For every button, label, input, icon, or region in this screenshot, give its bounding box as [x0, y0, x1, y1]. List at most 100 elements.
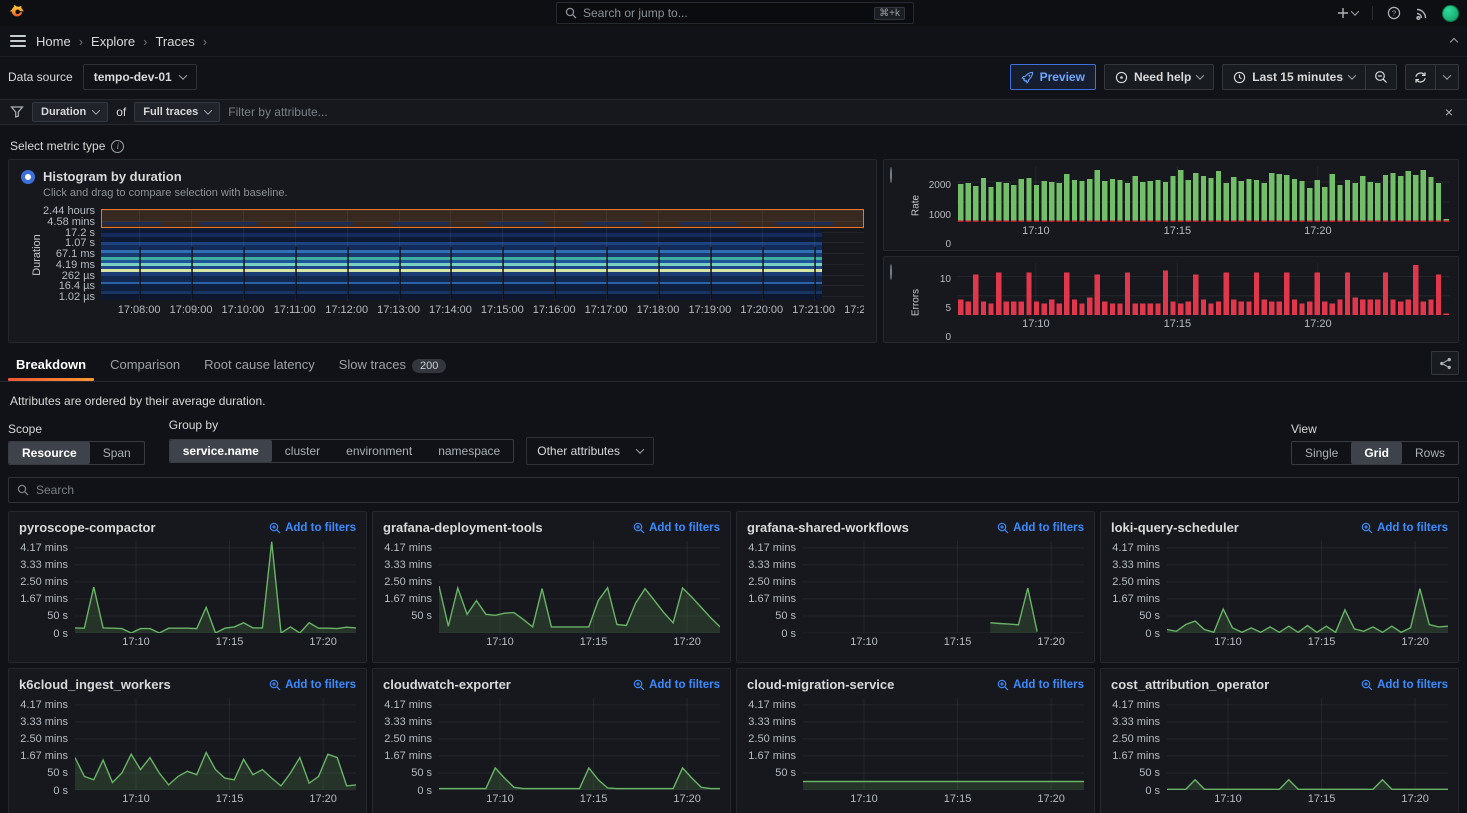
duration-line-chart	[75, 541, 356, 633]
scope-option-resource[interactable]: Resource	[9, 442, 90, 464]
menu-toggle-icon[interactable]	[10, 35, 26, 47]
help-button[interactable]: ?	[1387, 6, 1401, 20]
heatmap-selection[interactable]	[101, 209, 864, 228]
attribute-search-input[interactable]: Search	[8, 477, 1459, 503]
groupby-control: Group by service.nameclusterenvironmentn…	[169, 418, 655, 465]
chart-y-axis: 0 s50 s1.67 mins2.50 mins3.33 mins4.17 m…	[19, 541, 75, 633]
filter-attribute-input[interactable]: Filter by attribute...	[228, 105, 1433, 119]
zoom-out-button[interactable]	[1365, 64, 1397, 90]
add-to-filters-button[interactable]: Add to filters	[1361, 679, 1448, 691]
groupby-option-service-name[interactable]: service.name	[170, 440, 272, 462]
tab-comparison[interactable]: Comparison	[102, 353, 188, 381]
tab-root-cause-latency[interactable]: Root cause latency	[196, 353, 323, 381]
avatar[interactable]	[1442, 5, 1459, 22]
histogram-panel[interactable]: Histogram by duration Click and drag to …	[8, 159, 877, 343]
add-to-filters-button[interactable]: Add to filters	[997, 679, 1084, 691]
chart-x-axis: 17:1017:1517:20	[1167, 633, 1448, 649]
time-range-label: Last 15 minutes	[1252, 70, 1343, 84]
service-card[interactable]: grafana-deployment-tools Add to filters 50…	[372, 511, 731, 663]
metric-type-row: Select metric type i	[0, 131, 1467, 159]
heatmap-x-axis: 17:08:0017:09:0017:10:0017:11:0017:12:00…	[101, 301, 864, 318]
chevron-down-icon	[636, 445, 644, 453]
duration-line-chart	[439, 541, 720, 633]
groupby-option-environment[interactable]: environment	[333, 440, 425, 462]
zoom-out-icon	[1374, 70, 1388, 84]
duration-line-chart	[803, 541, 1084, 633]
scope-option-span[interactable]: Span	[90, 442, 144, 464]
service-title: grafana-deployment-tools	[383, 520, 543, 535]
preview-button[interactable]: Preview	[1010, 64, 1096, 90]
errors-panel[interactable]: Errors 0510 17:1017:1517:20	[883, 256, 1459, 343]
metric-type-label: Select metric type	[10, 139, 105, 153]
datasource-label: Data source	[8, 70, 73, 84]
zoom-plus-icon	[633, 522, 645, 534]
preview-label: Preview	[1040, 70, 1085, 84]
chart-y-axis: 0 s50 s1.67 mins2.50 mins3.33 mins4.17 m…	[747, 541, 803, 633]
search-placeholder: Search or jump to...	[583, 6, 868, 20]
add-to-filters-button[interactable]: Add to filters	[997, 522, 1084, 534]
time-range-button[interactable]: Last 15 minutes	[1222, 64, 1366, 90]
clear-filter-button[interactable]: ×	[1441, 104, 1457, 120]
news-button[interactable]	[1415, 7, 1428, 20]
view-option-grid[interactable]: Grid	[1351, 442, 1402, 464]
service-card[interactable]: cost_attribution_operatorAdd to filters0…	[1100, 668, 1459, 813]
refresh-button[interactable]	[1405, 64, 1436, 90]
breadcrumb-separator: ›	[79, 34, 83, 49]
chart-x-axis: 17:1017:1517:20	[75, 633, 356, 649]
add-to-filters-button[interactable]: Add to filters	[1361, 522, 1448, 534]
refresh-icon	[1414, 71, 1427, 84]
view-option-single[interactable]: Single	[1292, 442, 1351, 464]
service-card[interactable]: cloud-migration-serviceAdd to filters50 …	[736, 668, 1095, 813]
rate-radio[interactable]	[890, 167, 892, 183]
chart-x-axis: 17:1017:1517:20	[439, 790, 720, 806]
divider	[1372, 6, 1373, 20]
add-to-filters-button[interactable]: Add to filters	[633, 522, 720, 534]
grafana-logo-icon[interactable]	[8, 4, 26, 22]
share-button[interactable]	[1431, 351, 1459, 375]
rate-panel[interactable]: Rate 010002000 17:1017:1517:20	[883, 159, 1459, 251]
service-card[interactable]: grafana-shared-workflowsAdd to filters0 …	[736, 511, 1095, 663]
service-card[interactable]: pyroscope-compactorAdd to filters0 s50 s…	[8, 511, 367, 663]
groupby-option-namespace[interactable]: namespace	[425, 440, 513, 462]
rocket-icon	[1021, 71, 1034, 84]
tab-label: Root cause latency	[204, 357, 315, 372]
chart-y-axis: 0 s50 s1.67 mins2.50 mins3.33 mins4.17 m…	[383, 698, 439, 790]
filter-field-select[interactable]: Duration	[32, 102, 108, 122]
add-to-filters-button[interactable]: Add to filters	[269, 522, 356, 534]
errors-y-axis: 0510	[923, 263, 957, 340]
search-input[interactable]: Search or jump to... ⌘+k	[556, 2, 914, 24]
duration-heatmap[interactable]	[101, 209, 864, 301]
groupby-option-cluster[interactable]: cluster	[272, 440, 333, 462]
service-card[interactable]: cloudwatch-exporterAdd to filters0 s50 s…	[372, 668, 731, 813]
new-button[interactable]	[1337, 7, 1358, 19]
need-help-button[interactable]: Need help	[1104, 64, 1214, 90]
service-card[interactable]: loki-query-schedulerAdd to filters0 s50 …	[1100, 511, 1459, 663]
attributes-note: Attributes are ordered by their average …	[0, 382, 1467, 412]
add-to-filters-button[interactable]: Add to filters	[633, 679, 720, 691]
service-card[interactable]: k6cloud_ingest_workersAdd to filters0 s5…	[8, 668, 367, 813]
other-attributes-select[interactable]: Other attributes	[526, 437, 654, 465]
rate-y-axis: 010002000	[923, 166, 957, 248]
chart-y-axis: 50 s1.67 mins2.50 mins3.33 mins4.17 mins	[383, 541, 439, 633]
duration-line-chart	[1167, 541, 1448, 633]
breadcrumb-item-traces[interactable]: Traces	[155, 34, 194, 49]
chart-y-axis: 0 s50 s1.67 mins2.50 mins3.33 mins4.17 m…	[1111, 698, 1167, 790]
tab-breakdown[interactable]: Breakdown	[8, 353, 94, 381]
refresh-interval-button[interactable]	[1435, 64, 1459, 90]
tab-slow-traces[interactable]: Slow traces200	[331, 353, 455, 381]
filter-scope-select[interactable]: Full traces	[134, 102, 220, 122]
view-option-rows[interactable]: Rows	[1402, 442, 1458, 464]
errors-radio[interactable]	[890, 264, 892, 280]
groupby-label: Group by	[169, 418, 655, 432]
info-icon[interactable]: i	[111, 140, 124, 153]
zoom-plus-icon	[1361, 522, 1373, 534]
add-to-filters-label: Add to filters	[285, 522, 356, 534]
collapse-button[interactable]	[1451, 34, 1457, 48]
tab-label: Comparison	[110, 357, 180, 372]
add-to-filters-button[interactable]: Add to filters	[269, 679, 356, 691]
datasource-select[interactable]: tempo-dev-01	[83, 64, 197, 90]
breadcrumb-item-home[interactable]: Home	[36, 34, 71, 49]
breadcrumb-item-explore[interactable]: Explore	[91, 34, 135, 49]
histogram-radio[interactable]	[21, 170, 35, 184]
chart-x-axis: 17:1017:1517:20	[803, 790, 1084, 806]
